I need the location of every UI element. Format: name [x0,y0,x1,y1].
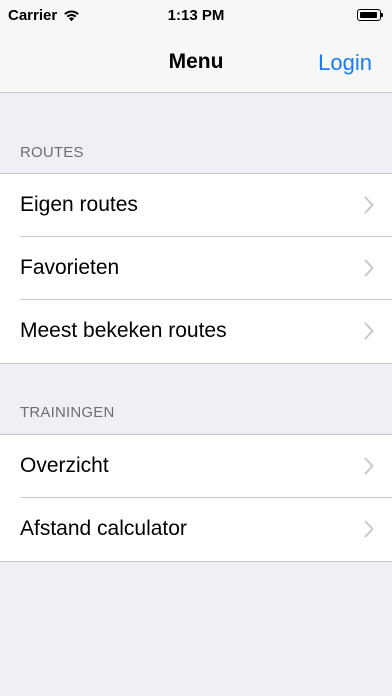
menu-item-favorieten[interactable]: Favorieten [0,237,392,300]
chevron-right-icon [364,520,374,538]
menu-item-label: Favorieten [20,256,120,279]
menu-item-label: Afstand calculator [20,517,187,540]
chevron-right-icon [364,322,374,340]
trainingen-group: Overzicht Afstand calculator [0,434,392,562]
status-bar: Carrier 1:13 PM [0,0,392,30]
menu-item-overzicht[interactable]: Overzicht [0,435,392,498]
menu-item-meest-bekeken-routes[interactable]: Meest bekeken routes [0,300,392,363]
chevron-right-icon [364,196,374,214]
section-header-routes: ROUTES [20,144,84,161]
battery-cap [381,13,383,17]
login-button[interactable]: Login [318,50,372,76]
menu-item-label: Overzicht [20,454,109,477]
battery-icon [357,9,384,21]
menu-item-label: Meest bekeken routes [20,319,227,342]
section-header-trainingen: TRAININGEN [20,404,115,421]
status-time: 1:13 PM [167,7,225,24]
chevron-right-icon [364,457,374,475]
chevron-right-icon [364,259,374,277]
battery-body [357,9,381,21]
menu-item-label: Eigen routes [20,193,138,216]
navigation-bar: Menu Login [0,30,392,93]
menu-item-afstand-calculator[interactable]: Afstand calculator [0,498,392,561]
battery-fill [360,12,378,18]
menu-item-eigen-routes[interactable]: Eigen routes [0,174,392,237]
routes-group: Eigen routes Favorieten Meest bekeken ro… [0,173,392,364]
